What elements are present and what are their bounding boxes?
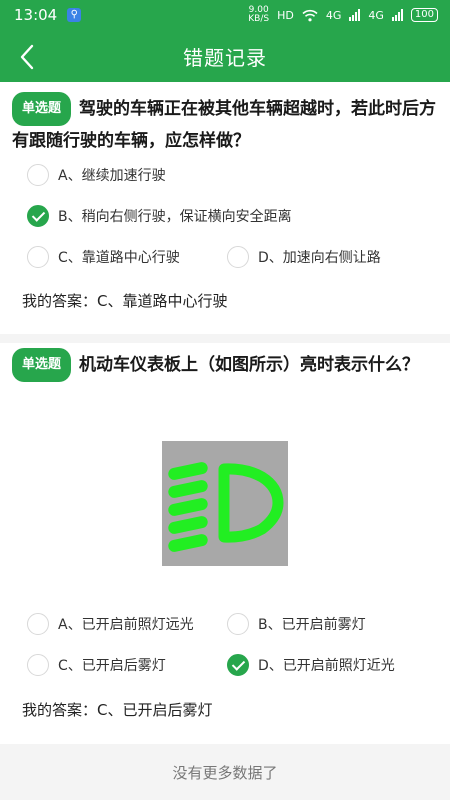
status-bar: 13:04 ⚲ 9.00 KB/S HD 4G 4G 100	[0, 0, 450, 30]
network-type-1: 4G	[325, 8, 342, 22]
radio-icon	[227, 613, 249, 635]
check-circle-icon	[27, 205, 49, 227]
my-answer-label: 我的答案：	[22, 701, 98, 719]
battery-icon: 100	[410, 8, 438, 22]
option-label: D、已开启前照灯近光	[258, 658, 395, 674]
wifi-icon	[302, 9, 318, 21]
usb-icon: ⚲	[67, 8, 82, 22]
my-answer: 我的答案：C、靠道路中心行驶	[22, 290, 228, 311]
option-label: C、靠道路中心行驶	[58, 250, 180, 266]
chevron-left-icon	[20, 44, 34, 70]
question-type-badge: 单选题	[12, 348, 72, 382]
network-type-2: 4G	[368, 8, 384, 22]
question-card-1: 单选题 驾驶的车辆正在被其他车辆超越时，若此时后方有跟随行驶的车辆，应怎样做？ A…	[0, 82, 450, 334]
option-c[interactable]: C、靠道路中心行驶	[27, 246, 180, 268]
my-answer-label: 我的答案：	[22, 292, 98, 310]
radio-icon	[27, 613, 49, 635]
hd-indicator: HD	[277, 8, 294, 22]
footer-text: 没有更多数据了	[172, 763, 278, 782]
signal-icon-1	[349, 9, 361, 21]
option-a[interactable]: A、已开启前照灯远光	[27, 613, 194, 635]
option-d[interactable]: D、加速向右侧让路	[227, 246, 381, 268]
network-speed: 9.00 KB/S	[248, 6, 269, 24]
question-stem: 机动车仪表板上（如图所示）亮时表示什么？	[79, 355, 420, 375]
network-speed-unit: KB/S	[248, 14, 270, 24]
app-bar: 错题记录	[0, 30, 450, 82]
status-icons: 9.00 KB/S HD 4G 4G 100	[248, 6, 438, 24]
signal-icon-2	[391, 9, 403, 21]
option-c[interactable]: C、已开启后雾灯	[27, 654, 166, 676]
question-card-2: 单选题 机动车仪表板上（如图所示）亮时表示什么？ A、已开启前照灯远光 B、已开启…	[0, 343, 450, 744]
radio-icon	[27, 164, 49, 186]
page-title: 错题记录	[183, 45, 267, 70]
my-answer-value: C、靠道路中心行驶	[97, 292, 228, 310]
question-stem: 驾驶的车辆正在被其他车辆超越时，若此时后方有跟随行驶的车辆，应怎样做？	[12, 99, 437, 151]
option-a[interactable]: A、继续加速行驶	[27, 164, 166, 186]
option-label: D、加速向右侧让路	[258, 250, 381, 266]
question-text: 单选题 机动车仪表板上（如图所示）亮时表示什么？	[12, 348, 438, 382]
option-label: B、已开启前雾灯	[258, 617, 366, 633]
headlight-low-beam-icon	[168, 462, 284, 552]
question-image	[162, 441, 288, 566]
question-type-badge: 单选题	[12, 92, 72, 126]
question-text: 单选题 驾驶的车辆正在被其他车辆超越时，若此时后方有跟随行驶的车辆，应怎样做？	[12, 92, 438, 156]
option-d[interactable]: D、已开启前照灯近光	[227, 654, 395, 676]
option-b[interactable]: B、已开启前雾灯	[227, 613, 366, 635]
radio-icon	[27, 246, 49, 268]
radio-icon	[227, 246, 249, 268]
radio-icon	[27, 654, 49, 676]
my-answer: 我的答案：C、已开启后雾灯	[22, 699, 213, 720]
back-button[interactable]	[10, 40, 44, 74]
option-label: A、已开启前照灯远光	[58, 617, 194, 633]
status-time: 13:04	[14, 6, 58, 24]
option-label: B、稍向右侧行驶，保证横向安全距离	[58, 209, 292, 225]
option-b[interactable]: B、稍向右侧行驶，保证横向安全距离	[27, 205, 292, 227]
option-label: A、继续加速行驶	[58, 168, 166, 184]
check-circle-icon	[227, 654, 249, 676]
no-more-data-footer: 没有更多数据了	[0, 744, 450, 800]
option-label: C、已开启后雾灯	[58, 658, 166, 674]
my-answer-value: C、已开启后雾灯	[97, 701, 213, 719]
